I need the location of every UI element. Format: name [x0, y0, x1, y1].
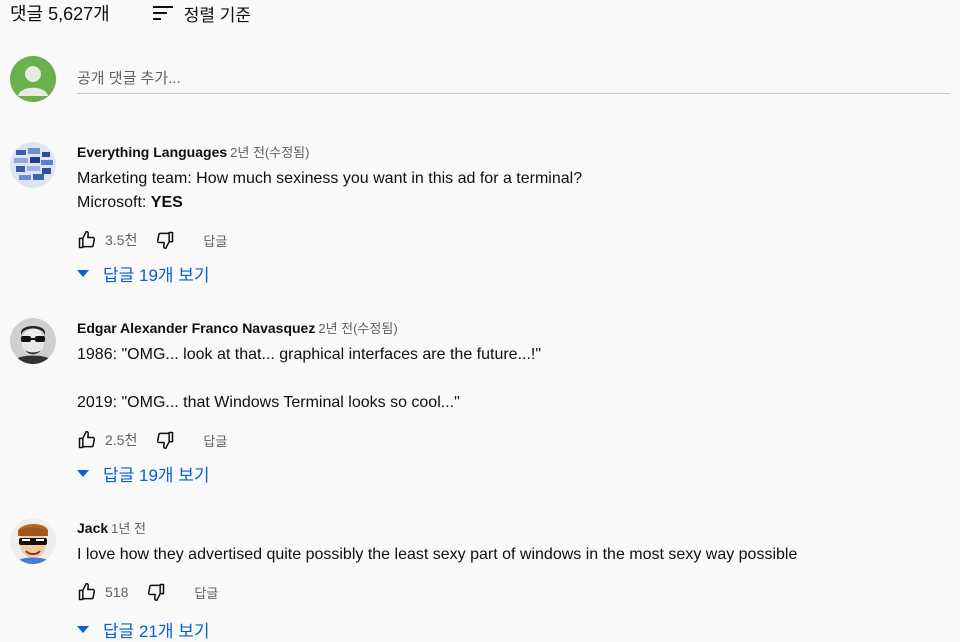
comment-text-line: 2019: "OMG... that Windows Terminal look…	[77, 394, 460, 411]
thumbs-up-icon	[78, 582, 96, 601]
commenter-avatar[interactable]	[10, 318, 56, 364]
thumbs-down-icon	[157, 231, 174, 250]
like-button[interactable]: 518	[77, 582, 128, 602]
reply-button[interactable]: 답글	[203, 231, 227, 250]
comments-header: 댓글 5,627개 정렬 기준	[10, 0, 251, 26]
comment-time[interactable]: 2년 전(수정됨)	[230, 145, 309, 160]
thumbs-down-icon	[157, 431, 174, 450]
comment-time[interactable]: 1년 전	[111, 521, 146, 536]
comment-text-line: Marketing team: How much sexiness you wa…	[77, 170, 583, 187]
view-replies-label: 답글 19개 보기	[103, 466, 210, 485]
like-count: 518	[105, 584, 129, 600]
comment-text-bold: YES	[150, 194, 183, 211]
sort-icon	[152, 6, 173, 20]
caret-down-icon	[77, 469, 89, 477]
comment-actions: 2.5천 답글	[77, 428, 947, 452]
comment-author[interactable]: Edgar Alexander Franco Navasquez	[77, 320, 315, 336]
view-replies-button[interactable]: 답글 19개 보기	[77, 261, 210, 286]
caret-down-icon	[77, 269, 89, 277]
comment-author[interactable]: Jack	[77, 520, 108, 536]
reply-button[interactable]: 답글	[203, 431, 227, 450]
thumbs-up-icon	[78, 430, 96, 449]
comment-text: 1986: "OMG... look at that... graphical …	[77, 343, 947, 415]
comment-text: I love how they advertised quite possibl…	[77, 543, 947, 567]
commenter-avatar[interactable]	[10, 518, 56, 564]
like-button[interactable]: 2.5천	[77, 430, 137, 450]
add-comment-input[interactable]	[77, 64, 950, 94]
thumbs-down-icon	[148, 583, 165, 602]
dislike-button[interactable]	[155, 230, 175, 250]
user-avatar	[10, 56, 56, 102]
dislike-button[interactable]	[155, 430, 175, 450]
comment-text-line: I love how they advertised quite possibl…	[77, 546, 798, 563]
comment-time[interactable]: 2년 전(수정됨)	[318, 321, 397, 336]
thumbs-up-icon	[78, 230, 96, 249]
comment-count: 댓글 5,627개	[10, 4, 110, 24]
like-count: 2.5천	[105, 432, 138, 448]
comment-author[interactable]: Everything Languages	[77, 144, 227, 160]
sort-label: 정렬 기준	[183, 5, 252, 25]
caret-down-icon	[77, 625, 89, 633]
comment-text-prefix: Microsoft:	[77, 194, 151, 211]
comment-text-line: Microsoft: YES	[77, 191, 947, 215]
comment-text-line: 1986: "OMG... look at that... graphical …	[77, 346, 542, 363]
commenter-avatar[interactable]	[10, 142, 56, 188]
dislike-button[interactable]	[146, 582, 166, 602]
like-count: 3.5천	[105, 232, 138, 248]
sort-button[interactable]: 정렬 기준	[152, 1, 251, 26]
view-replies-label: 답글 21개 보기	[103, 622, 210, 641]
view-replies-label: 답글 19개 보기	[103, 266, 210, 285]
add-comment-row	[10, 56, 950, 102]
comment-actions: 518 답글	[77, 580, 947, 604]
comment-text: Marketing team: How much sexiness you wa…	[77, 167, 947, 215]
like-button[interactable]: 3.5천	[77, 230, 137, 250]
comment-actions: 3.5천 답글	[77, 228, 947, 252]
view-replies-button[interactable]: 답글 19개 보기	[77, 461, 210, 486]
view-replies-button[interactable]: 답글 21개 보기	[77, 617, 210, 642]
reply-button[interactable]: 답글	[194, 583, 218, 602]
